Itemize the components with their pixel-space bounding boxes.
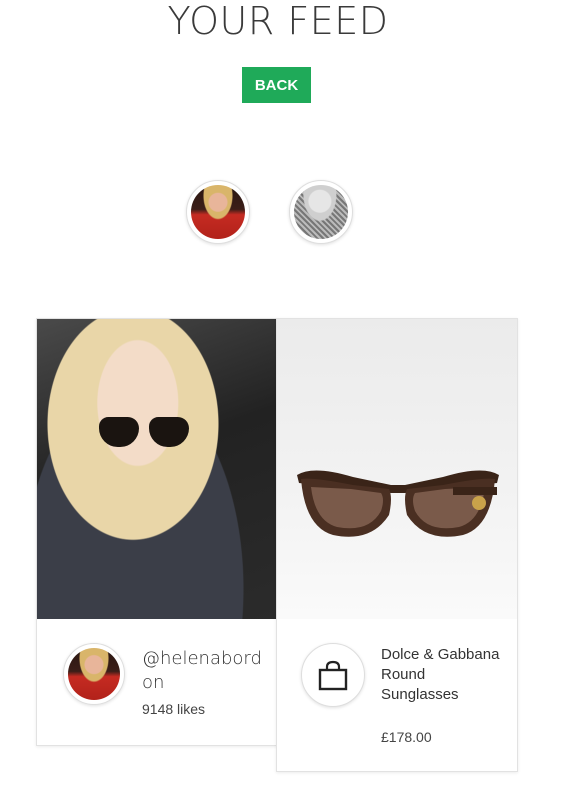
back-button[interactable]: BACK — [242, 67, 311, 103]
shop-button[interactable] — [301, 643, 365, 707]
likes-count: 9148 likes — [142, 701, 206, 717]
product-name[interactable]: Dolce & Gabbana Round Sunglasses — [381, 645, 501, 705]
influencer-handle[interactable]: @helenabordon — [142, 647, 262, 695]
product-photo — [277, 319, 517, 619]
influencer-post-card[interactable]: @helenabordon 9148 likes — [36, 318, 278, 746]
avatar-image — [191, 185, 245, 239]
avatar-image — [294, 185, 348, 239]
influencer-photo — [37, 319, 277, 619]
shopping-bag-icon — [318, 660, 348, 691]
product-price: £178.00 — [381, 729, 432, 745]
influencer-avatar[interactable] — [63, 643, 125, 705]
product-card[interactable]: Dolce & Gabbana Round Sunglasses £178.00 — [276, 318, 518, 772]
story-avatar-2[interactable] — [289, 180, 353, 244]
sunglasses-image — [297, 470, 499, 537]
page-title: YOUR FEED — [167, 0, 389, 43]
story-avatar-1[interactable] — [186, 180, 250, 244]
